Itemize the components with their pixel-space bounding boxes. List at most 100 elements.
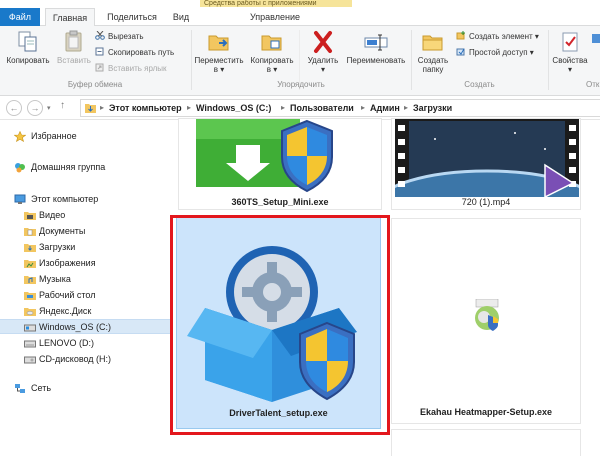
windows-drive-icon bbox=[24, 322, 36, 333]
nav-item-label: LENOVO (D:) bbox=[39, 338, 95, 348]
file-explorer-window: Средства работы с приложениями Файл Глав… bbox=[0, 0, 600, 456]
nav-item-music[interactable]: Музыка bbox=[0, 272, 170, 287]
file-tile-partial[interactable] bbox=[391, 429, 581, 456]
breadcrumb-this-pc[interactable]: Этот компьютер bbox=[109, 100, 182, 116]
easy-access-label: Простой доступ ▾ bbox=[469, 48, 534, 57]
nav-item-downloads[interactable]: Загрузки bbox=[0, 240, 170, 255]
folder-download-icon bbox=[85, 103, 96, 113]
group-label-new: Создать bbox=[464, 80, 495, 89]
easy-access-button[interactable]: Простой доступ ▾ bbox=[456, 47, 534, 59]
pictures-folder-icon bbox=[24, 258, 36, 269]
ribbon-separator bbox=[548, 30, 549, 90]
file-tile-ekahau[interactable]: Ekahau Heatmapper-Setup.exe bbox=[391, 218, 581, 424]
copy-path-label: Скопировать путь bbox=[108, 48, 175, 57]
new-item-button[interactable]: Создать элемент ▾ bbox=[456, 31, 539, 43]
paste-shortcut-label: Вставить ярлык bbox=[108, 64, 167, 73]
back-arrow-icon[interactable]: ← bbox=[6, 100, 22, 116]
video-thumbnail bbox=[375, 119, 599, 241]
nav-item-label: Windows_OS (C:) bbox=[39, 322, 112, 332]
properties-button[interactable]: Свойства ▾ bbox=[550, 28, 590, 78]
nav-item-documents[interactable]: Документы bbox=[0, 224, 170, 239]
new-folder-icon bbox=[420, 30, 446, 54]
file-name: Ekahau Heatmapper-Setup.exe bbox=[419, 407, 553, 417]
group-label-organize: Упорядочить bbox=[277, 80, 325, 89]
navigation-bar: ← → ▾ ↑ ▸ Этот компьютер ▸ Windows_OS (C… bbox=[0, 96, 600, 120]
tab-share[interactable]: Поделиться bbox=[100, 8, 164, 26]
yandex-disk-icon bbox=[24, 306, 36, 317]
tab-view[interactable]: Вид bbox=[168, 8, 194, 26]
file-name: 360TS_Setup_Mini.exe bbox=[231, 197, 329, 207]
copy-path-icon bbox=[95, 47, 105, 56]
nav-item-drive-d[interactable]: LENOVO (D:) bbox=[0, 336, 170, 351]
breadcrumb-separator: ▸ bbox=[187, 103, 192, 112]
nav-this-pc-label: Этот компьютер bbox=[31, 194, 99, 204]
nav-item-label: Рабочий стол bbox=[39, 290, 96, 300]
tab-file[interactable]: Файл bbox=[0, 8, 40, 26]
up-arrow-icon[interactable]: ↑ bbox=[60, 100, 65, 111]
recent-locations-chevron-icon[interactable]: ▾ bbox=[47, 104, 51, 112]
nav-item-drive-c[interactable]: Windows_OS (C:) bbox=[0, 319, 170, 334]
highlight-box bbox=[170, 215, 390, 435]
uac-shield-icon bbox=[279, 119, 335, 193]
address-bar[interactable]: ▸ Этот компьютер ▸ Windows_OS (C:) ▸ Пол… bbox=[80, 99, 600, 117]
nav-item-label: Загрузки bbox=[39, 242, 76, 252]
new-folder-label-line2: папку bbox=[422, 65, 444, 74]
copy-to-folder-icon bbox=[259, 30, 285, 54]
breadcrumb-downloads[interactable]: Загрузки bbox=[413, 100, 452, 116]
nav-network[interactable]: Сеть bbox=[0, 381, 170, 396]
navigation-pane: Избранное Домашняя группа Этот компьютер… bbox=[0, 120, 170, 456]
rename-button[interactable]: Переименовать bbox=[344, 28, 408, 78]
move-to-label: Переместить bbox=[194, 56, 244, 65]
copy-to-label: Копировать bbox=[250, 56, 294, 65]
context-tab-group-label: Средства работы с приложениями bbox=[200, 0, 352, 7]
nav-item-pictures[interactable]: Изображения bbox=[0, 256, 170, 271]
cut-button-label: Вырезать bbox=[108, 32, 144, 41]
cut-button[interactable]: Вырезать bbox=[95, 30, 144, 43]
breadcrumb-separator: ▸ bbox=[281, 103, 286, 112]
breadcrumb-drive-c[interactable]: Windows_OS (C:) bbox=[196, 100, 271, 116]
star-icon bbox=[13, 130, 27, 143]
computer-icon bbox=[14, 194, 26, 205]
nav-this-pc[interactable]: Этот компьютер bbox=[0, 192, 170, 207]
paste-icon bbox=[61, 30, 87, 54]
nav-item-desktop[interactable]: Рабочий стол bbox=[0, 288, 170, 303]
cd-drive-icon bbox=[24, 354, 36, 365]
documents-folder-icon bbox=[24, 226, 36, 237]
ribbon-home: Копировать Вставить Вырезать Скопировать… bbox=[0, 26, 600, 96]
nav-item-label: Видео bbox=[39, 210, 66, 220]
paste-button[interactable]: Вставить bbox=[56, 28, 92, 78]
copy-to-button[interactable]: Копировать в ▾ bbox=[247, 28, 297, 78]
nav-favorites[interactable]: Избранное bbox=[0, 129, 170, 144]
group-label-clipboard: Буфер обмена bbox=[67, 80, 123, 89]
tab-manage[interactable]: Управление bbox=[220, 8, 330, 26]
breadcrumb-separator: ▸ bbox=[100, 103, 105, 112]
nav-homegroup[interactable]: Домашняя группа bbox=[0, 160, 170, 175]
file-tile-360ts[interactable]: 360TS_Setup_Mini.exe bbox=[178, 118, 382, 210]
copy-button[interactable]: Копировать bbox=[2, 28, 54, 78]
file-name: 720 (1).mp4 bbox=[461, 197, 511, 207]
delete-label: Удалить bbox=[307, 56, 339, 65]
easy-access-icon bbox=[456, 47, 466, 56]
paste-shortcut-button[interactable]: Вставить ярлык bbox=[95, 63, 167, 75]
file-tile-720-mp4[interactable]: 720 (1).mp4 bbox=[375, 118, 599, 241]
forward-arrow-icon[interactable]: → bbox=[27, 100, 43, 116]
nav-item-yandex-disk[interactable]: Яндекс.Диск bbox=[0, 304, 170, 319]
move-to-folder-icon bbox=[206, 30, 232, 54]
nav-item-cd-drive[interactable]: CD-дисковод (H:) bbox=[0, 352, 170, 367]
move-to-button[interactable]: Переместить в ▾ bbox=[194, 28, 244, 78]
delete-dropdown-label: ▾ bbox=[320, 65, 325, 74]
breadcrumb-admin[interactable]: Админ bbox=[370, 100, 400, 116]
new-item-label: Создать элемент ▾ bbox=[469, 32, 539, 41]
delete-button[interactable]: Удалить ▾ bbox=[302, 28, 344, 78]
tab-home[interactable]: Главная bbox=[45, 8, 95, 27]
copy-path-button[interactable]: Скопировать путь bbox=[95, 47, 174, 59]
ribbon-tab-strip: Средства работы с приложениями Файл Глав… bbox=[0, 0, 600, 27]
breadcrumb-users[interactable]: Пользователи bbox=[290, 100, 354, 116]
open-icon bbox=[592, 34, 600, 43]
network-icon bbox=[14, 383, 26, 394]
new-folder-button[interactable]: Создать папку bbox=[413, 28, 453, 78]
nav-item-video[interactable]: Видео bbox=[0, 208, 170, 223]
open-button-partial[interactable] bbox=[592, 34, 600, 46]
homegroup-icon bbox=[14, 162, 26, 173]
group-label-open: Отк bbox=[586, 80, 600, 89]
